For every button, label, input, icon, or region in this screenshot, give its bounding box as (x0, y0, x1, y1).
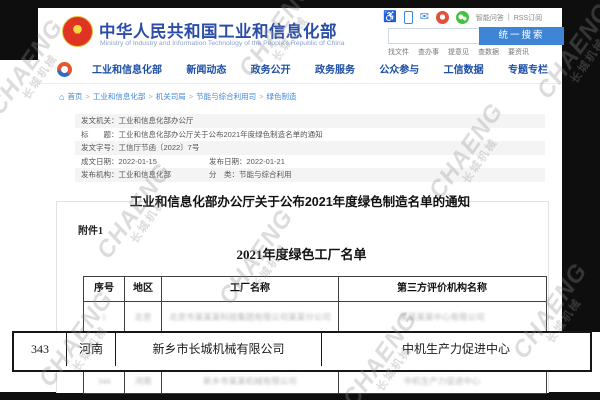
qa-link[interactable]: 智能问答 (476, 13, 504, 23)
breadcrumb-energy-dept[interactable]: 节能与综合利用司 (196, 91, 256, 102)
blurred-row-region: 河南 (125, 369, 161, 393)
meta-label: 标 题： (81, 130, 119, 139)
breadcrumb: ⌂ 首页 > 工业和信息化部 > 机关司局 > 节能与综合利用司 > 绿色制造 (59, 91, 297, 102)
green-factory-list-title: 2021年度绿色工厂名单 (56, 244, 547, 263)
blurred-row-factory: 新乡市某某机械有限公司 (162, 369, 338, 393)
col-header-agency: 第三方评价机构名称 (339, 277, 545, 301)
accessibility-icon[interactable]: ♿ (383, 11, 397, 24)
meta-row-doc-number: 发文字号：工信厅节函〔2022〕7号 (75, 141, 545, 155)
home-icon[interactable]: ⌂ (59, 92, 64, 102)
meta-label: 成文日期： (81, 157, 119, 166)
national-emblem-icon: ★ (62, 16, 93, 47)
breadcrumb-separator: > (148, 92, 152, 101)
breadcrumb-separator: > (259, 92, 263, 101)
quick-links: 找文件 查办事 提意见 查数据 要资讯 (388, 47, 529, 57)
highlight-row-343: 343 河南 新乡市长城机械有限公司 中机生产力促进中心 (12, 331, 592, 372)
breadcrumb-home[interactable]: 首页 (67, 91, 82, 102)
breadcrumb-ministry[interactable]: 工业和信息化部 (93, 91, 146, 102)
nav-item-ministry[interactable]: 工业和信息化部 (92, 61, 162, 76)
blurred-row-seq: 344 (84, 369, 124, 393)
quick-link-news[interactable]: 要资讯 (508, 47, 529, 57)
meta-row-title: 标 题：工业和信息化部办公厅关于公布2021年度绿色制造名单的通知 (75, 128, 545, 142)
search-button[interactable]: 统一搜索 (479, 27, 564, 45)
nav-item-gov-open[interactable]: 政务公开 (251, 61, 291, 76)
col-header-factory: 工厂名称 (162, 277, 338, 301)
meta-label: 发文机关： (81, 116, 119, 125)
nav-item-gov-services[interactable]: 政务服务 (315, 61, 355, 76)
meta-label: 发布机构： (81, 170, 119, 179)
quick-link-data[interactable]: 查数据 (478, 47, 499, 57)
meta-row-dates: 成文日期：2022-01-15 发布日期：2022-01-21 (75, 155, 545, 169)
meta-divider: | (508, 14, 510, 21)
blurred-row-agency: 某某某某中心有限公司 (339, 301, 545, 333)
nav-item-news[interactable]: 新闻动态 (186, 61, 226, 76)
meta-value: 2022-01-21 (247, 157, 285, 166)
site-title: 中华人民共和国工业和信息化部 (99, 18, 337, 42)
meta-row-publisher: 发布机构：工业和信息化部 分 类：节能与综合利用 (75, 168, 545, 182)
nav-item-data[interactable]: 工信数据 (444, 61, 484, 76)
frame-top-bar (0, 0, 600, 8)
highlight-region: 河南 (67, 333, 116, 366)
meta-row-issuer: 发文机关：工业和信息化部办公厅 (75, 114, 545, 128)
meta-value: 工业和信息化部办公厅 (119, 116, 194, 125)
document-metadata: 发文机关：工业和信息化部办公厅 标 题：工业和信息化部办公厅关于公布2021年度… (75, 114, 545, 182)
breadcrumb-separator: > (189, 92, 193, 101)
rss-link[interactable]: RSS订阅 (514, 13, 542, 23)
meta-label: 发布日期： (209, 157, 247, 166)
breadcrumb-green-manufacturing[interactable]: 绿色制造 (267, 91, 297, 102)
meta-label: 发文字号： (81, 143, 119, 152)
nav-item-special[interactable]: 专题专栏 (508, 61, 548, 76)
miit-webpage-screenshot: ★ 中华人民共和国工业和信息化部 Ministry of Industry an… (0, 0, 600, 400)
wechat-icon[interactable] (456, 11, 469, 24)
quick-link-find-file[interactable]: 找文件 (388, 47, 409, 57)
site-subtitle: Ministry of Industry and Information Tec… (100, 40, 345, 47)
blurred-row-seq: 1 (84, 301, 124, 333)
nav-item-participation[interactable]: 公众参与 (379, 61, 419, 76)
quick-link-feedback[interactable]: 提意见 (448, 47, 469, 57)
col-header-region: 地区 (125, 277, 161, 301)
meta-value: 工业和信息化部办公厅关于公布2021年度绿色制造名单的通知 (119, 130, 323, 139)
search-input[interactable] (388, 28, 483, 44)
blurred-row-region: 北京 (125, 301, 161, 333)
miit-logo-icon[interactable] (57, 62, 72, 77)
meta-value: 节能与综合利用 (239, 170, 292, 179)
highlight-agency: 中机生产力促进中心 (322, 333, 590, 366)
breadcrumb-separator: > (85, 92, 89, 101)
weibo-icon[interactable] (436, 11, 449, 24)
highlight-factory: 新乡市长城机械有限公司 (116, 333, 322, 366)
notice-title: 工业和信息化部办公厅关于公布2021年度绿色制造名单的通知 (38, 191, 562, 210)
blurred-row-agency: 中机生产力促进中心 (339, 369, 545, 393)
meta-value: 工信厅节函〔2022〕7号 (119, 143, 200, 152)
attachment-label: 附件1 (78, 222, 103, 237)
frame-right-bar (562, 8, 600, 332)
quick-link-services[interactable]: 查办事 (418, 47, 439, 57)
header-utility-icons: ♿ ✉ 智能问答 | RSS订阅 (383, 10, 542, 25)
meta-value: 2022-01-15 (119, 157, 157, 166)
mail-icon[interactable]: ✉ (420, 11, 429, 24)
breadcrumb-departments[interactable]: 机关司局 (156, 91, 186, 102)
meta-value: 工业和信息化部 (119, 170, 172, 179)
header-divider (38, 83, 562, 84)
col-header-seq: 序号 (84, 277, 124, 301)
blurred-row-factory: 北京市某某某科技集团有限公司某某分公司 (162, 301, 338, 333)
main-nav: 工业和信息化部 新闻动态 政务公开 政务服务 公众参与 工信数据 专题专栏 (92, 61, 548, 76)
highlight-seq: 343 (14, 333, 67, 366)
frame-left-bar (0, 8, 38, 60)
meta-label: 分 类： (209, 170, 239, 179)
mobile-icon[interactable] (404, 11, 413, 24)
emblem-star: ★ (73, 26, 81, 36)
